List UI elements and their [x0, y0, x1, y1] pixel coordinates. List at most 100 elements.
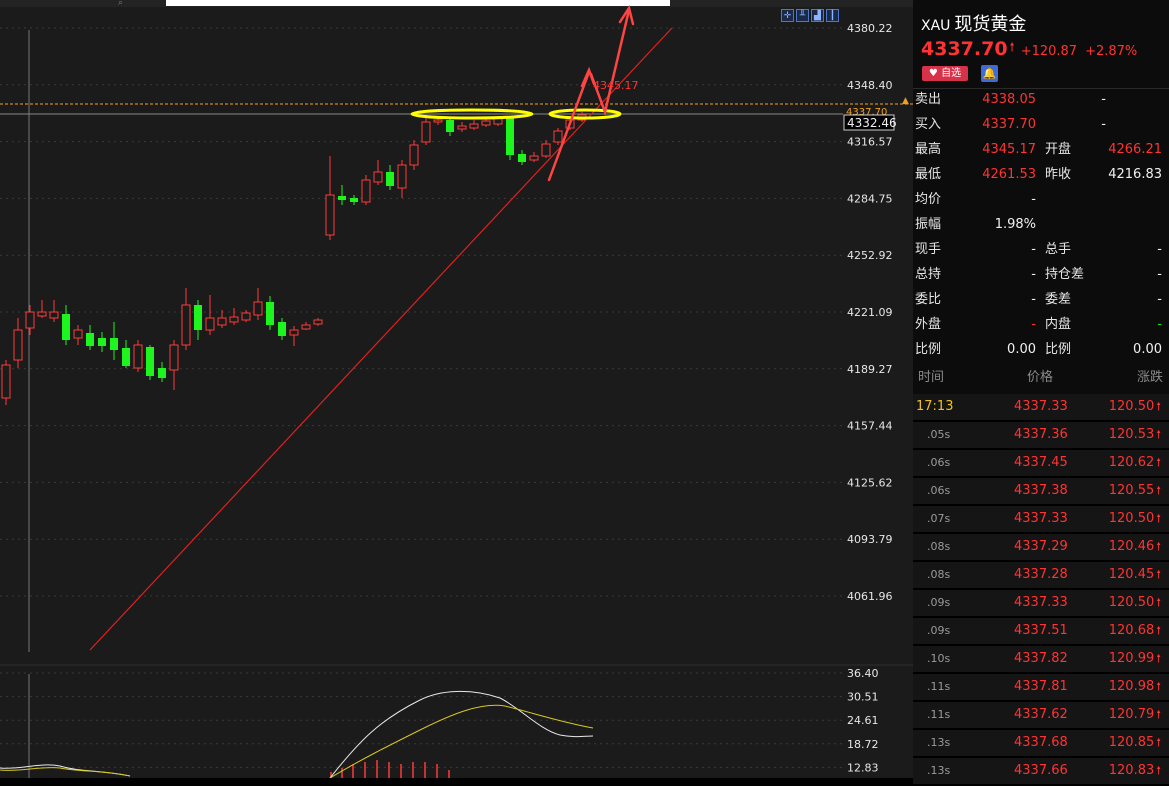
candle-body — [146, 347, 154, 376]
candle-body — [518, 154, 526, 162]
candle-body — [73, 329, 83, 339]
trade-time: .06s — [927, 484, 951, 497]
trade-row[interactable]: .08s 4337.29 120.46 🠕 — [913, 534, 1169, 562]
trade-row[interactable]: .05s 4337.36 120.53 🠕 — [913, 422, 1169, 450]
trade-change-value: 120.55 — [1108, 483, 1155, 498]
candle-body — [433, 119, 443, 123]
crosshair-icon[interactable]: ✛ — [781, 9, 794, 22]
symbol-code: XAU — [921, 18, 951, 34]
field-value: 4261.53 — [982, 167, 1036, 182]
arrow-up-icon: 🠕 — [1156, 708, 1161, 721]
bar-chart-icon[interactable]: ╨ — [796, 9, 809, 22]
trade-row[interactable]: .06s 4337.45 120.62 🠕 — [913, 450, 1169, 478]
trade-change-value: 120.68 — [1108, 623, 1155, 638]
trend-line — [89, 27, 673, 651]
field-value: 0.00 — [1007, 342, 1036, 357]
candle-body — [301, 324, 311, 330]
price-axis-label: 4125.62 — [847, 476, 893, 489]
field-value: - — [1031, 317, 1036, 332]
trade-change-value: 120.85 — [1108, 735, 1155, 750]
trade-row[interactable]: .09s 4337.51 120.68 🠕 — [913, 618, 1169, 646]
chart-tools: ✛ ╨ ▟ ┃ — [781, 9, 839, 23]
trade-time: .13s — [927, 764, 951, 777]
trade-change-value: 120.98 — [1108, 679, 1155, 694]
scroll-up-icon: ▲ — [902, 96, 909, 106]
field-label: 内盘 — [1045, 317, 1072, 332]
candle-body — [446, 120, 454, 132]
field-value: - — [1101, 92, 1106, 107]
arrow-up-icon: 🠕 — [1156, 428, 1161, 441]
trade-change: 120.50 🠕 — [1109, 590, 1161, 616]
add-watchlist-button[interactable]: ♥ 自选 — [922, 66, 968, 81]
indicator-line-yellow-left — [0, 767, 131, 777]
trade-time: 17:13 — [916, 399, 954, 414]
trade-time: .11s — [927, 708, 951, 721]
arrow-up-icon: 🠕 — [1156, 652, 1161, 665]
candlestick-chart[interactable]: 4345.17 4380.22 4348.40 4316.57 4284.75 4252… — [0, 0, 913, 778]
candle-body — [350, 198, 358, 202]
trade-time: .08s — [927, 540, 951, 553]
trade-row[interactable]: .09s 4337.33 120.50 🠕 — [913, 590, 1169, 618]
trade-change: 120.55 🠕 — [1109, 478, 1161, 504]
field-value: - — [1031, 292, 1036, 307]
field-value: - — [1157, 292, 1162, 307]
trade-row[interactable]: .13s 4337.68 120.85 🠕 — [913, 730, 1169, 758]
field-value: 4216.83 — [1108, 167, 1162, 182]
candle-body — [194, 305, 202, 330]
candle-body — [325, 194, 335, 236]
price-axis-label: 4157.44 — [847, 420, 893, 433]
field-value: 4338.05 — [982, 92, 1036, 107]
quote-field-row: 最低 4261.53 昨收 4216.83 — [913, 162, 1169, 187]
field-label: 均价 — [915, 192, 942, 207]
trade-row[interactable]: 17:13 4337.33 120.50 🠕 — [913, 394, 1169, 422]
field-value: - — [1031, 242, 1036, 257]
trade-time: .08s — [927, 568, 951, 581]
candle-body — [13, 329, 23, 361]
line-chart-icon[interactable]: ▟ — [811, 9, 824, 22]
last-price: 4337.70 — [921, 38, 1008, 60]
indicator-axis-label: 36.40 — [847, 667, 879, 680]
trades-header: 时间 价格 涨跌 — [913, 366, 1169, 390]
last-price-tag: 4332.46 — [843, 114, 897, 131]
candle-body — [98, 338, 106, 346]
trade-row[interactable]: .13s 4337.66 120.83 🠕 — [913, 758, 1169, 786]
field-label: 最低 — [915, 167, 942, 182]
candle-body — [397, 164, 407, 189]
quote-field-row: 最高 4345.17 开盘 4266.21 — [913, 137, 1169, 162]
trade-change: 120.62 🠕 — [1109, 450, 1161, 476]
field-value: - — [1031, 267, 1036, 282]
trade-row[interactable]: .11s 4337.62 120.79 🠕 — [913, 702, 1169, 730]
field-value: 0.00 — [1133, 342, 1162, 357]
trade-change: 120.45 🠕 — [1109, 562, 1161, 588]
field-label: 开盘 — [1045, 142, 1072, 157]
chart-area[interactable]: ⌒ ⌕ 4345.17 4380.22 4348.40 4316.57 4284… — [0, 0, 913, 778]
trade-row[interactable]: .08s 4337.28 120.45 🠕 — [913, 562, 1169, 590]
indicator-line-white — [329, 691, 594, 778]
candle-body — [1, 364, 11, 399]
candle-body — [457, 125, 467, 130]
trade-price: 4337.82 — [1014, 651, 1068, 666]
quote-field-row: 卖出 4338.05 - — [913, 87, 1169, 112]
candlestick-icon[interactable]: ┃ — [826, 9, 839, 22]
trade-row[interactable]: .06s 4337.38 120.55 🠕 — [913, 478, 1169, 506]
trade-row[interactable]: .07s 4337.33 120.50 🠕 — [913, 506, 1169, 534]
field-value: - — [1157, 317, 1162, 332]
field-label: 委差 — [1045, 292, 1072, 307]
candle-body — [553, 130, 563, 143]
trade-row[interactable]: .11s 4337.81 120.98 🠕 — [913, 674, 1169, 702]
quote-field-row: 外盘 - 内盘 - — [913, 312, 1169, 337]
field-label: 比例 — [915, 342, 942, 357]
candle-body — [253, 301, 263, 316]
arrow-up-icon: 🠕 — [1156, 568, 1161, 581]
field-label: 委比 — [915, 292, 942, 307]
field-value: 4345.17 — [982, 142, 1036, 157]
trade-time: .07s — [927, 512, 951, 525]
drawn-arrows — [547, 4, 635, 182]
trade-change: 120.53 🠕 — [1109, 422, 1161, 448]
trade-row[interactable]: .10s 4337.82 120.99 🠕 — [913, 646, 1169, 674]
candle-body — [169, 344, 179, 371]
trade-price: 4337.33 — [1014, 595, 1068, 610]
watchlist-label: 自选 — [941, 68, 962, 79]
field-value: - — [1157, 242, 1162, 257]
bell-icon[interactable]: 🔔 — [981, 65, 998, 82]
